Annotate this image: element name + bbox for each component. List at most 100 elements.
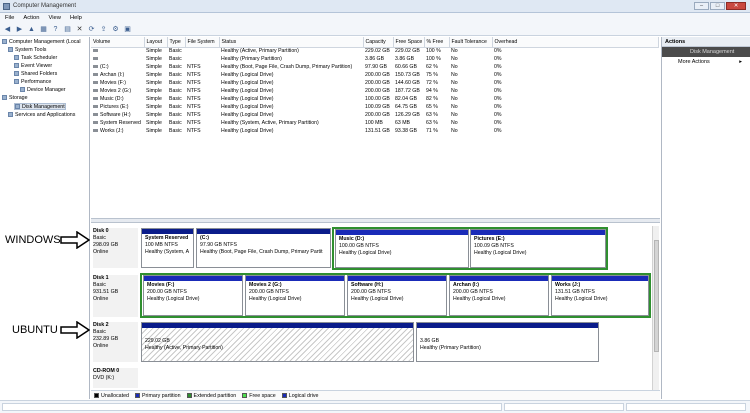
status-bar bbox=[0, 400, 750, 413]
table-row[interactable]: Software (H:) Simple Basic NTFS Healthy (Log… bbox=[91, 111, 658, 119]
menu-action[interactable]: Action bbox=[23, 15, 39, 23]
table-cell: 0% bbox=[494, 80, 502, 86]
table-row[interactable]: Movies (F:) Simple Basic NTFS Healthy (Logic… bbox=[91, 79, 658, 87]
volume-name-cell bbox=[91, 55, 144, 63]
table-cell: 126.29 GB bbox=[395, 112, 420, 118]
table-cell: Simple bbox=[146, 128, 162, 134]
disk-2-label[interactable]: Disk 2 Basic 232.89 GB Online bbox=[93, 322, 138, 362]
menu-view[interactable]: View bbox=[48, 15, 60, 23]
table-cell: Healthy (Logical Drive) bbox=[221, 72, 274, 78]
partition-ubuntu-primary-2[interactable]: 3.86 GB Healthy (Primary Partition) bbox=[416, 322, 599, 362]
disk-2-size: 232.89 GB bbox=[93, 336, 119, 342]
column-header-free-space[interactable]: Free Space bbox=[393, 37, 425, 48]
column-header-capacity[interactable]: Capacity bbox=[363, 37, 394, 48]
menu-file[interactable]: File bbox=[5, 15, 14, 23]
delete-icon[interactable]: ✕ bbox=[75, 25, 84, 34]
volume-name-cell: Works (J:) bbox=[91, 127, 144, 135]
properties-icon[interactable]: ▦ bbox=[39, 25, 48, 34]
actions-disk-management[interactable]: Disk Management bbox=[662, 47, 750, 57]
partition-pictures-e[interactable]: Pictures (E:) 100.09 GB NTFS Healthy (Lo… bbox=[470, 229, 606, 268]
tree-item-system-tools[interactable]: System Tools bbox=[8, 47, 46, 54]
legend-unallocated: Unallocated bbox=[94, 393, 129, 399]
volume-icon bbox=[93, 73, 98, 77]
table-cell: Basic bbox=[169, 72, 182, 78]
table-cell: 131.51 GB bbox=[365, 128, 390, 134]
refresh-icon[interactable]: ⟳ bbox=[87, 25, 96, 34]
column-header-percent-free[interactable]: % Free bbox=[424, 37, 450, 48]
table-row[interactable]: (C:) Simple Basic NTFS Healthy (Boot, Page F… bbox=[91, 63, 658, 71]
table-row[interactable]: Pictures (E:) Simple Basic NTFS Healthy (Log… bbox=[91, 103, 658, 111]
computer-icon bbox=[2, 39, 7, 45]
table-row[interactable]: Music (D:) Simple Basic NTFS Healthy (Logica… bbox=[91, 95, 658, 103]
column-header-file-system[interactable]: File System bbox=[185, 37, 220, 48]
table-row[interactable]: Archan (I:) Simple Basic NTFS Healthy (Logic… bbox=[91, 71, 658, 79]
partition-software-h[interactable]: Software (H:) 200.00 GB NTFS Healthy (Lo… bbox=[347, 275, 447, 316]
table-cell: NTFS bbox=[187, 104, 201, 110]
device-icon bbox=[20, 87, 25, 93]
table-cell: No bbox=[451, 72, 458, 78]
partition-c[interactable]: (C:) 97.90 GB NTFS Healthy (Boot, Page F… bbox=[196, 228, 331, 268]
disk-0-type: Basic bbox=[93, 235, 106, 241]
partition-archan-i[interactable]: Archan (I:) 200.00 GB NTFS Healthy (Logi… bbox=[449, 275, 549, 316]
close-button[interactable]: ✕ bbox=[726, 2, 746, 10]
app-icon bbox=[3, 3, 10, 10]
tree-item-event-viewer[interactable]: Event Viewer bbox=[14, 63, 52, 70]
partition-movies2-g[interactable]: Movies 2 (G:) 200.00 GB NTFS Healthy (Lo… bbox=[245, 275, 345, 316]
column-header-type[interactable]: Type bbox=[167, 37, 186, 48]
volume-name-cell: Movies 2 (G:) bbox=[91, 87, 144, 95]
tree-item-task-scheduler[interactable]: Task Scheduler bbox=[14, 55, 57, 62]
tree-item-services[interactable]: Services and Applications bbox=[8, 112, 75, 119]
partition-ubuntu-primary-1[interactable]: 229.02 GB Healthy (Active, Primary Parti… bbox=[141, 322, 414, 362]
view-icon[interactable]: ▣ bbox=[123, 25, 132, 34]
graph-scrollbar[interactable] bbox=[652, 226, 659, 390]
cdrom-0-label[interactable]: CD-ROM 0 DVD (K:) bbox=[93, 368, 138, 388]
minimize-button[interactable]: – bbox=[694, 2, 709, 10]
table-row[interactable]: System Reserved Simple Basic NTFS Healthy (S… bbox=[91, 119, 658, 127]
table-cell: Basic bbox=[169, 96, 182, 102]
column-header-volume[interactable]: Volume bbox=[91, 37, 145, 48]
partition-music-d[interactable]: Music (D:) 100.00 GB NTFS Healthy (Logic… bbox=[335, 229, 469, 268]
volume-name-cell: (C:) bbox=[91, 63, 144, 71]
tree-item-device-manager[interactable]: Device Manager bbox=[20, 87, 66, 94]
disk-1-label[interactable]: Disk 1 Basic 931.51 GB Online bbox=[93, 275, 138, 317]
help-icon[interactable]: ? bbox=[51, 25, 60, 34]
tree-item-disk-management[interactable]: Disk Management bbox=[14, 103, 66, 110]
cdrom-0-name: CD-ROM 0 bbox=[93, 368, 120, 374]
back-icon[interactable]: ◀ bbox=[3, 25, 12, 34]
column-header-status[interactable]: Status bbox=[219, 37, 364, 48]
tree-item-performance[interactable]: Performance bbox=[14, 79, 51, 86]
maximize-button[interactable]: □ bbox=[710, 2, 725, 10]
up-icon[interactable]: ▲ bbox=[27, 25, 36, 34]
tree-item-shared-folders[interactable]: Shared Folders bbox=[14, 71, 57, 78]
show-hide-icon[interactable]: ▤ bbox=[63, 25, 72, 34]
partition-movies-f[interactable]: Movies (F:) 200.00 GB NTFS Healthy (Logi… bbox=[143, 275, 243, 316]
export-icon[interactable]: ⇪ bbox=[99, 25, 108, 34]
volume-name-cell: Archan (I:) bbox=[91, 71, 144, 79]
scrollbar-thumb[interactable] bbox=[654, 240, 659, 352]
arrow-ubuntu-icon bbox=[60, 321, 90, 339]
table-row[interactable]: Simple Basic Healthy (Primary Partition) 3.… bbox=[91, 55, 658, 63]
volume-icon bbox=[93, 113, 98, 117]
column-header-overhead[interactable]: Overhead bbox=[492, 37, 659, 48]
tree-item-storage[interactable]: Storage bbox=[2, 95, 28, 102]
tree-item-computer-management[interactable]: Computer Management (Local bbox=[2, 39, 81, 46]
menu-help[interactable]: Help bbox=[70, 15, 82, 23]
table-row[interactable]: Movies 2 (G:) Simple Basic NTFS Healthy (Log… bbox=[91, 87, 658, 95]
table-row[interactable]: Works (J:) Simple Basic NTFS Healthy (Logica… bbox=[91, 127, 658, 135]
forward-icon[interactable]: ▶ bbox=[15, 25, 24, 34]
table-row[interactable]: Simple Basic Healthy (Active, Primary Part… bbox=[91, 47, 658, 55]
partition-works-j[interactable]: Works (J:) 131.51 GB NTFS Healthy (Logic… bbox=[551, 275, 649, 316]
table-cell: 0% bbox=[494, 104, 502, 110]
column-header-fault-tolerance[interactable]: Fault Tolerance bbox=[449, 37, 493, 48]
table-cell: Basic bbox=[169, 48, 182, 55]
volume-icon bbox=[93, 105, 98, 109]
disk-0-label[interactable]: Disk 0 Basic 298.09 GB Online bbox=[93, 228, 138, 268]
table-cell: Basic bbox=[169, 56, 182, 62]
table-cell: 63 MB bbox=[395, 120, 410, 126]
settings-icon[interactable]: ⚙ bbox=[111, 25, 120, 34]
column-header-layout[interactable]: Layout bbox=[144, 37, 168, 48]
more-actions[interactable]: More Actions ▸ bbox=[662, 57, 750, 67]
toolbar: ◀ ▶ ▲ ▦ ? ▤ ✕ ⟳ ⇪ ⚙ ▣ bbox=[0, 23, 750, 36]
disk-0-name: Disk 0 bbox=[93, 228, 109, 234]
partition-system-reserved[interactable]: System Reserved 100 MB NTFS Healthy (Sys… bbox=[141, 228, 194, 268]
